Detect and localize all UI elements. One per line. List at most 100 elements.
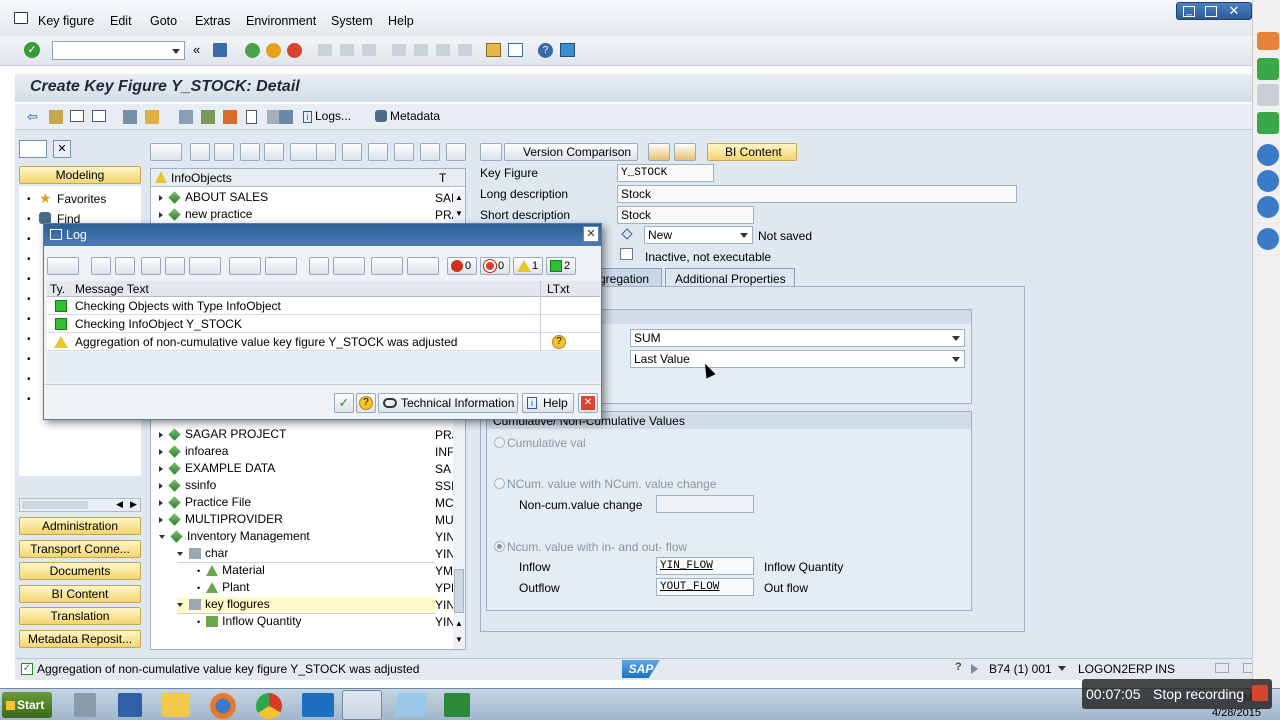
taskbar-sap-gui-icon[interactable] <box>342 690 382 720</box>
status-triangle-icon[interactable] <box>971 664 978 674</box>
sidebar-back-icon[interactable] <box>1257 32 1279 50</box>
views-icon[interactable] <box>333 257 365 275</box>
sum-icon[interactable] <box>229 257 261 275</box>
back-icon[interactable] <box>245 43 260 58</box>
sidebar-microphone-icon[interactable] <box>1257 58 1279 80</box>
log-settings-icon[interactable] <box>47 257 79 275</box>
tree-row[interactable]: • Plant <box>197 580 250 597</box>
cancel-icon[interactable] <box>287 43 302 58</box>
tab-additional-properties[interactable]: Additional Properties <box>665 268 795 288</box>
minimize-icon[interactable]: _ <box>1183 6 1195 17</box>
outflow-field[interactable]: YOUT_FLOW <box>656 578 754 596</box>
tree-row[interactable]: Inventory Management <box>159 529 310 546</box>
menu-goto[interactable]: Goto <box>150 14 177 28</box>
filter-icon[interactable] <box>189 257 221 275</box>
print-icon[interactable] <box>318 44 332 56</box>
taskbar-chrome-icon[interactable] <box>256 693 282 719</box>
nav-button-administration[interactable]: Administration <box>19 517 141 535</box>
stop-recording-icon[interactable] <box>1252 685 1268 701</box>
command-field[interactable] <box>52 41 185 60</box>
search-next-icon[interactable] <box>264 143 284 161</box>
save-icon[interactable] <box>213 43 227 57</box>
subtotal-icon[interactable] <box>265 257 297 275</box>
tree-row[interactable]: MULTIPROVIDER <box>159 512 283 529</box>
log-row[interactable]: Checking InfoObject Y_STOCK <box>47 315 600 333</box>
scroll-down-icon[interactable]: ▼ <box>455 209 463 218</box>
collapse-arrow-icon[interactable] <box>159 534 165 539</box>
exit-icon[interactable] <box>266 43 281 58</box>
scroll-thumb[interactable] <box>22 501 88 509</box>
column-type[interactable]: Ty. <box>50 282 65 296</box>
customize-layout-icon[interactable] <box>560 43 575 57</box>
sidebar-chat-icon[interactable] <box>1257 196 1279 218</box>
menu-extras[interactable]: Extras <box>195 14 230 28</box>
sidebar-draw-icon[interactable] <box>1257 228 1279 250</box>
expand-arrow-icon[interactable] <box>159 516 163 523</box>
transport-next-icon[interactable] <box>674 143 696 161</box>
nav-button-documents[interactable]: Documents <box>19 562 141 580</box>
tree-row[interactable]: • Material <box>197 563 265 580</box>
column-ltxt[interactable]: LTxt <box>547 282 569 296</box>
metadata-button[interactable]: Metadata <box>375 109 440 123</box>
help-button[interactable]: i Help <box>522 393 574 413</box>
log-close-button[interactable]: ✕ <box>583 226 599 242</box>
help-icon[interactable]: ? <box>538 43 553 58</box>
layout-icon[interactable] <box>407 257 439 275</box>
collapse-arrow-icon[interactable] <box>177 602 183 607</box>
tree-row[interactable]: new practice <box>159 207 252 224</box>
back-arrow-icon[interactable]: ⇦ <box>27 110 38 123</box>
menu-system[interactable]: System <box>331 14 373 28</box>
sidebar-pointer-icon[interactable] <box>1257 170 1279 192</box>
log-help-question-button[interactable]: ? <box>356 393 376 413</box>
log-row[interactable]: Aggregation of non-cumulative value key … <box>47 333 600 351</box>
menu-edit[interactable]: Edit <box>110 14 132 28</box>
print-icon[interactable] <box>309 257 329 275</box>
activate-icon[interactable] <box>179 110 193 124</box>
expand-arrow-icon[interactable] <box>159 482 163 489</box>
status-info-icon[interactable]: ? <box>955 661 962 673</box>
inflow-field[interactable]: YIN_FLOW <box>656 557 754 575</box>
hierarchy-icon[interactable] <box>49 110 63 124</box>
expand-arrow-icon[interactable] <box>159 431 163 438</box>
short-description-field[interactable]: Stock <box>617 206 754 224</box>
error-count-button[interactable]: 0 <box>480 257 510 275</box>
first-page-icon[interactable] <box>392 44 406 56</box>
stop-recording-label[interactable]: Stop recording <box>1153 686 1244 702</box>
nav-settings-icon[interactable] <box>19 140 47 158</box>
table-view-icon[interactable] <box>92 110 106 122</box>
version-comparison-button[interactable]: Version Comparison <box>504 143 638 161</box>
tree-row[interactable]: ABOUT SALES <box>159 190 268 207</box>
scroll-right-icon[interactable]: ▶ <box>130 499 137 510</box>
taskbar-sap-logon-icon[interactable] <box>302 693 334 717</box>
taskbar-firefox-icon[interactable] <box>210 693 236 719</box>
menu-key-figure[interactable]: Key figure <box>38 14 94 28</box>
success-count-button[interactable]: 2 <box>546 257 576 275</box>
start-button[interactable]: Start <box>2 692 52 718</box>
insert-icon[interactable] <box>342 143 362 161</box>
nav-scrollbar[interactable]: ◀ ▶ <box>19 498 141 512</box>
transport-icon[interactable] <box>648 143 670 161</box>
taskbar-app-icon[interactable] <box>393 693 429 717</box>
tree-row[interactable]: • Inflow Quantity <box>197 614 302 631</box>
refresh-icon[interactable] <box>150 143 182 161</box>
logs-button[interactable]: i Logs... <box>303 109 351 123</box>
stop-count-button[interactable]: 0 <box>447 257 477 275</box>
expand-arrow-icon[interactable] <box>159 499 163 506</box>
technical-information-button[interactable]: Technical Information <box>378 393 518 413</box>
warning-count-button[interactable]: 1 <box>513 257 543 275</box>
close-tree-icon[interactable] <box>446 143 466 161</box>
expand-arrow-icon[interactable] <box>159 448 163 455</box>
nav-close-icon[interactable]: ✕ <box>53 140 71 158</box>
jump-icon[interactable] <box>394 143 414 161</box>
document-icon[interactable] <box>246 110 257 124</box>
status-message[interactable]: Aggregation of non-cumulative value key … <box>37 662 419 676</box>
version-select[interactable]: New <box>644 226 753 244</box>
sidebar-screen-icon[interactable] <box>1257 112 1279 134</box>
modeling-button[interactable]: Modeling <box>19 166 141 184</box>
info-icon[interactable] <box>368 143 388 161</box>
scroll-up-icon[interactable]: ▲ <box>455 619 463 628</box>
logs-icon[interactable] <box>279 110 293 124</box>
nav-button-bi-content[interactable]: BI Content <box>19 585 141 603</box>
shortcut-icon[interactable] <box>508 43 523 57</box>
taskbar-powershell-icon[interactable] <box>118 693 142 717</box>
